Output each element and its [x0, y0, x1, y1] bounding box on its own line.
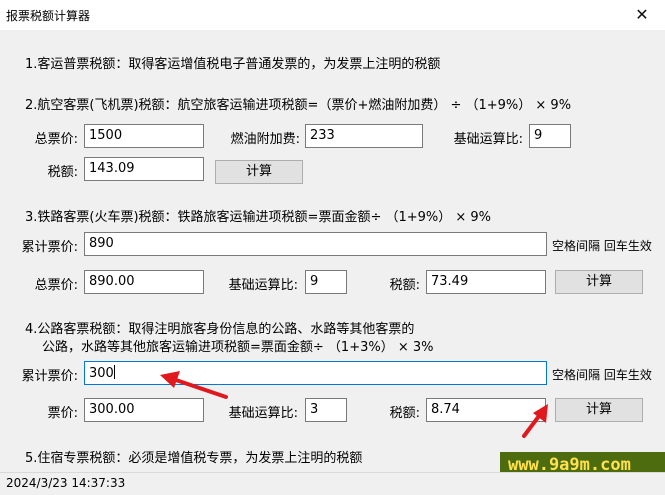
arrow-to-cumulative-input — [160, 371, 228, 399]
status-bar: 2024/3/23 14:37:33 — [0, 472, 665, 495]
annotation-arrows — [160, 371, 548, 438]
status-datetime: 2024/3/23 14:37:33 — [6, 476, 126, 490]
arrow-to-tax-output — [522, 404, 548, 438]
